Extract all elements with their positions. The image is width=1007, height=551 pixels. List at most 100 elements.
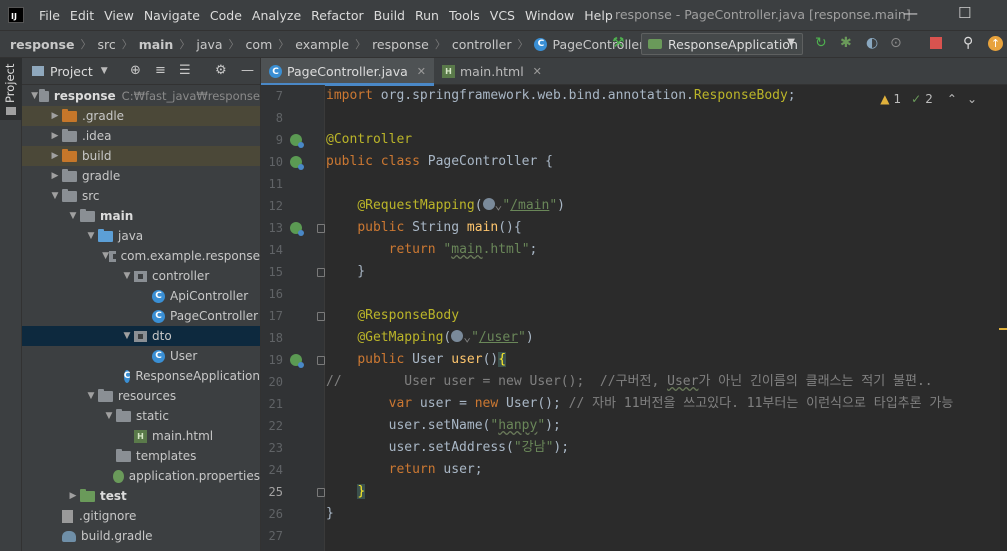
build-hammer-icon[interactable]: ⚒: [612, 35, 625, 51]
maximize-icon[interactable]: ☐: [958, 4, 971, 22]
collapse-all-icon[interactable]: ☰: [179, 63, 191, 78]
close-icon[interactable]: ✕: [417, 65, 426, 78]
breadcrumb-item[interactable]: controller: [452, 37, 512, 52]
search-icon[interactable]: ⚲: [963, 35, 973, 51]
menu-build[interactable]: Build: [369, 8, 410, 23]
breadcrumb-item[interactable]: example: [295, 37, 349, 52]
spring-bean-icon[interactable]: [290, 134, 304, 148]
coverage-icon[interactable]: ◐: [866, 35, 878, 51]
code-line[interactable]: public User user(){: [326, 349, 507, 371]
menu-refactor[interactable]: Refactor: [306, 8, 368, 23]
breadcrumb-item[interactable]: src: [97, 37, 115, 52]
tree-item[interactable]: templates: [22, 446, 260, 466]
profile-icon[interactable]: ⊙: [890, 35, 902, 51]
breadcrumb-item[interactable]: main: [139, 37, 174, 52]
tree-item[interactable]: ▶ .gradle: [22, 106, 260, 126]
tree-item[interactable]: ▼ dto: [22, 326, 260, 346]
hide-panel-icon[interactable]: —: [241, 63, 254, 78]
code-line[interactable]: user.setAddress("강남");: [326, 437, 569, 459]
stop-icon[interactable]: [930, 37, 942, 49]
breadcrumb-item[interactable]: com: [246, 37, 273, 52]
breadcrumb-item[interactable]: java: [196, 37, 222, 52]
inspection-widget[interactable]: ▲ 1 ✓ 2 ⌃ ⌄: [880, 92, 977, 106]
fold-marker-icon[interactable]: [317, 224, 325, 233]
tree-item[interactable]: C User: [22, 346, 260, 366]
code-line[interactable]: @Controller: [326, 129, 412, 151]
chevron-down-icon[interactable]: ▼: [48, 191, 62, 201]
code-line[interactable]: return user;: [326, 459, 483, 481]
chevron-right-icon[interactable]: ▶: [48, 111, 62, 121]
editor-tab[interactable]: C PageController.java ✕: [261, 58, 434, 86]
chevron-down-icon[interactable]: ▼: [30, 91, 39, 101]
code-line[interactable]: return "main.html";: [326, 239, 538, 261]
fold-marker-icon[interactable]: [317, 356, 325, 365]
expand-all-icon[interactable]: ≡: [155, 63, 166, 78]
code-line[interactable]: }: [326, 503, 334, 525]
chevron-up-icon[interactable]: ⌃: [947, 92, 957, 106]
close-icon[interactable]: ✕: [533, 65, 542, 78]
tree-item[interactable]: Hmain.html: [22, 426, 260, 446]
tree-item[interactable]: ▼ main: [22, 206, 260, 226]
menu-vcs[interactable]: VCS: [485, 8, 520, 23]
chevron-right-icon[interactable]: ▶: [66, 491, 80, 501]
code-line[interactable]: @GetMapping(⌄"/user"): [326, 327, 534, 349]
tree-item[interactable]: ▼ static: [22, 406, 260, 426]
chevron-down-icon[interactable]: ▼: [120, 271, 134, 281]
tree-item[interactable]: ▼ java: [22, 226, 260, 246]
tree-item[interactable]: ▶ build: [22, 146, 260, 166]
menu-edit[interactable]: Edit: [65, 8, 99, 23]
chevron-down-icon[interactable]: ▼: [120, 331, 134, 341]
tree-item[interactable]: ▼ com.example.response: [22, 246, 260, 266]
chevron-down-icon[interactable]: ⌄: [967, 92, 977, 106]
fold-marker-icon[interactable]: [317, 312, 325, 321]
minimize-icon[interactable]: —: [903, 4, 918, 22]
tree-item[interactable]: ▶ gradle: [22, 166, 260, 186]
tree-item[interactable]: .gitignore: [22, 506, 260, 526]
spring-bean-icon[interactable]: [290, 222, 304, 236]
chevron-right-icon[interactable]: ▶: [48, 151, 62, 161]
code-line[interactable]: @RequestMapping(⌄"/main"): [326, 195, 565, 217]
code-line[interactable]: }: [326, 481, 366, 503]
breadcrumb-item[interactable]: response: [372, 37, 429, 52]
gear-icon[interactable]: ⚙: [215, 63, 227, 78]
code-line[interactable]: }: [326, 261, 365, 283]
tree-item[interactable]: C PageController: [22, 306, 260, 326]
breadcrumb-item[interactable]: C PageController: [534, 37, 644, 52]
menu-run[interactable]: Run: [410, 8, 444, 23]
menu-file[interactable]: File: [34, 8, 65, 23]
code-editor[interactable]: import org.springframework.web.bind.anno…: [326, 85, 1007, 551]
tree-item[interactable]: build.gradle: [22, 526, 260, 546]
fold-marker-icon[interactable]: [317, 488, 325, 497]
tree-item[interactable]: ▶ test: [22, 486, 260, 506]
tree-item[interactable]: C ApiController: [22, 286, 260, 306]
menu-tools[interactable]: Tools: [444, 8, 485, 23]
chevron-down-icon[interactable]: ▼: [84, 231, 98, 241]
scrollbar-warning-marker[interactable]: [999, 328, 1007, 330]
chevron-right-icon[interactable]: ▶: [48, 171, 62, 181]
tree-item[interactable]: ▼ controller: [22, 266, 260, 286]
intellij-logo-icon[interactable]: IJ: [8, 7, 24, 23]
spring-bean-icon[interactable]: [290, 156, 304, 170]
menu-view[interactable]: View: [99, 8, 139, 23]
chevron-down-icon[interactable]: ▼: [66, 211, 80, 221]
code-line[interactable]: user.setName("hanpy");: [326, 415, 561, 437]
menu-analyze[interactable]: Analyze: [247, 8, 306, 23]
tree-item[interactable]: ▼ response C:₩fast_java₩response: [22, 86, 260, 106]
code-line[interactable]: // User user = new User(); //구버전, User가 …: [326, 371, 933, 393]
code-line[interactable]: var user = new User(); // 자바 11버전을 쓰고있다.…: [326, 393, 954, 415]
rerun-icon[interactable]: ↻: [815, 35, 827, 51]
project-tool-tab[interactable]: Project: [0, 58, 22, 120]
tree-item[interactable]: ▼ resources: [22, 386, 260, 406]
code-line[interactable]: import org.springframework.web.bind.anno…: [326, 85, 796, 107]
menu-window[interactable]: Window: [520, 8, 579, 23]
editor-tab[interactable]: Hmain.html ✕: [434, 58, 550, 85]
breadcrumb-item[interactable]: response: [10, 37, 74, 52]
menu-help[interactable]: Help: [579, 8, 618, 23]
debug-icon[interactable]: ✱: [840, 35, 852, 51]
chevron-down-icon[interactable]: ▼: [84, 391, 98, 401]
chevron-down-icon[interactable]: ▼: [102, 251, 109, 261]
code-line[interactable]: public String main(){: [326, 217, 521, 239]
tree-item[interactable]: application.properties: [22, 466, 260, 486]
update-icon[interactable]: ↑: [988, 36, 1003, 51]
menu-navigate[interactable]: Navigate: [139, 8, 205, 23]
